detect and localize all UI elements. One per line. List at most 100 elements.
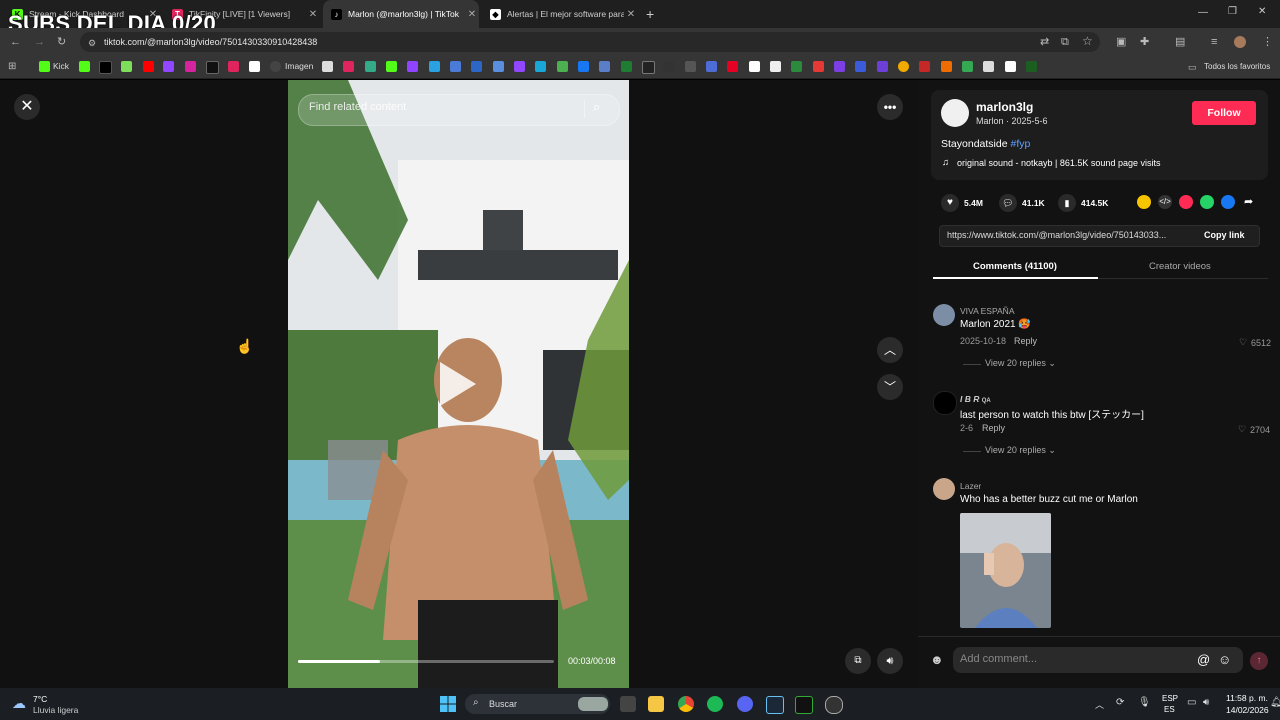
volume-icon[interactable]: 🔊︎ xyxy=(877,648,903,674)
bookmark-icon[interactable] xyxy=(877,61,888,72)
send-icon[interactable] xyxy=(1179,195,1193,209)
bookmark-icon[interactable] xyxy=(322,61,333,72)
bookmark-star-icon[interactable]: ☆ xyxy=(1082,34,1093,48)
chrome-icon[interactable] xyxy=(678,696,694,712)
comment-like-icon[interactable]: ♡ xyxy=(1238,424,1246,435)
translate-icon[interactable]: ⇄ xyxy=(1040,35,1049,49)
kick-icon[interactable] xyxy=(79,61,90,72)
tab-comments[interactable]: Comments (41100) xyxy=(973,261,1057,272)
forward-icon[interactable]: → xyxy=(34,35,45,49)
bookmark-kick[interactable]: Kick xyxy=(53,61,69,72)
bookmark-icon[interactable] xyxy=(855,61,866,72)
repost-icon[interactable] xyxy=(1137,195,1151,209)
bookmark-icon[interactable] xyxy=(1026,61,1037,72)
weather-desc[interactable]: Lluvia ligera xyxy=(33,705,78,715)
bookmark-icon[interactable] xyxy=(706,61,717,72)
comment-author[interactable]: I B R QA xyxy=(960,394,991,404)
tiktok-icon[interactable] xyxy=(99,61,112,74)
close-icon[interactable]: ✕ xyxy=(14,94,40,120)
minimize-icon[interactable]: — xyxy=(1198,7,1208,18)
pinterest-icon[interactable] xyxy=(727,61,738,72)
close-icon[interactable]: ✕ xyxy=(306,9,320,20)
instagram-icon[interactable] xyxy=(185,61,196,72)
bookmark-icon[interactable] xyxy=(121,61,132,72)
drive-icon[interactable] xyxy=(962,61,973,72)
bookmark-icon[interactable] xyxy=(663,61,674,72)
bookmark-icon[interactable] xyxy=(642,61,655,74)
comment-author[interactable]: Lazer xyxy=(960,481,981,491)
task-view-icon[interactable] xyxy=(620,696,636,712)
comment-image[interactable] xyxy=(960,513,1051,628)
streamelements-icon[interactable] xyxy=(249,61,260,72)
clock-date[interactable]: 14/02/2026 xyxy=(1226,705,1269,715)
bookmark-icon[interactable] xyxy=(1005,61,1016,72)
avatar[interactable] xyxy=(933,391,957,415)
bookmark-icon[interactable] xyxy=(983,61,994,72)
clock-time[interactable]: 11:58 p. m. xyxy=(1226,693,1268,703)
bookmark-icon[interactable] xyxy=(770,61,781,72)
search-icon[interactable]: ⌕ xyxy=(593,99,600,115)
tab-creator-videos[interactable]: Creator videos xyxy=(1149,261,1211,272)
url-text[interactable]: tiktok.com/@marlon3lg/video/750143033091… xyxy=(104,35,317,49)
bookmark-icon[interactable] xyxy=(621,61,632,72)
bookmark-icon[interactable] xyxy=(813,61,824,72)
facebook-icon[interactable] xyxy=(1221,195,1235,209)
copy-link-button[interactable]: Copy link xyxy=(1204,230,1245,240)
miniplayer-icon[interactable]: ⧉ xyxy=(845,648,871,674)
all-bookmarks[interactable]: Todos los favoritos xyxy=(1204,61,1270,72)
bookmark-imagen[interactable]: Imagen xyxy=(285,61,313,72)
avatar[interactable] xyxy=(933,478,955,500)
new-tab-icon[interactable]: + xyxy=(646,6,654,22)
facebook-icon[interactable] xyxy=(578,61,589,72)
start-icon[interactable] xyxy=(440,696,456,712)
bookmark-icon[interactable] xyxy=(791,61,802,72)
maximize-icon[interactable]: ❐ xyxy=(1228,6,1237,17)
next-video-button[interactable]: ﹀ xyxy=(877,374,903,400)
avatar[interactable] xyxy=(941,99,969,127)
share-icon[interactable]: ➦ xyxy=(1244,195,1253,208)
lang-secondary[interactable]: ES xyxy=(1164,705,1175,714)
file-explorer-icon[interactable] xyxy=(648,696,664,712)
bookmark-icon[interactable]: ▮ xyxy=(1058,194,1076,212)
bookmark-icon[interactable] xyxy=(834,61,845,72)
avatar[interactable] xyxy=(933,304,955,326)
bookmark-icon[interactable] xyxy=(685,61,696,72)
view-replies-button[interactable]: View 20 replies ⌄ xyxy=(985,445,1056,456)
bookmark-icon[interactable] xyxy=(941,61,952,72)
author-username[interactable]: marlon3lg xyxy=(976,100,1033,114)
reload-icon[interactable]: ↻ xyxy=(57,35,66,49)
youtube-icon[interactable] xyxy=(143,61,154,72)
site-info-icon[interactable]: ⚙ xyxy=(88,36,96,50)
x-icon[interactable] xyxy=(206,61,219,74)
notification-icon[interactable]: 🔔︎ xyxy=(1270,697,1280,708)
emoji-icon[interactable]: ☺ xyxy=(1218,652,1231,667)
hashtag-link[interactable]: #fyp xyxy=(1010,138,1030,150)
bookmark-icon[interactable] xyxy=(450,61,461,72)
close-icon[interactable]: ✕ xyxy=(465,9,479,20)
comment-like-icon[interactable]: ♡ xyxy=(1239,337,1247,348)
volume-icon[interactable]: 🔊︎ xyxy=(1203,697,1209,708)
bookmark-icon[interactable] xyxy=(343,61,354,72)
sync-icon[interactable]: ⟳ xyxy=(1116,697,1124,708)
comment-icon[interactable]: 💬︎ xyxy=(999,194,1017,212)
microphone-icon[interactable]: 🎙︎ xyxy=(1138,697,1151,708)
bookmark-icon[interactable] xyxy=(898,61,909,72)
comment-author[interactable]: VIVA ESPAÑA xyxy=(960,306,1015,316)
close-window-icon[interactable]: ✕ xyxy=(1258,6,1266,17)
bookmark-icon[interactable] xyxy=(599,61,610,72)
spotify-icon[interactable] xyxy=(707,696,723,712)
bookmark-icon[interactable] xyxy=(365,61,376,72)
bookmark-icon[interactable] xyxy=(919,61,930,72)
extension-icon[interactable]: ▣ xyxy=(1116,35,1126,49)
whatsapp-icon[interactable] xyxy=(1200,195,1214,209)
tray-chevron-icon[interactable]: ︿ xyxy=(1095,698,1104,711)
install-icon[interactable]: ⧉ xyxy=(1061,35,1069,49)
back-icon[interactable]: ← xyxy=(10,35,21,49)
post-link[interactable]: https://www.tiktok.com/@marlon3lg/video/… xyxy=(947,230,1166,240)
post-comment-button[interactable]: ↑ xyxy=(1250,652,1268,670)
reply-button[interactable]: Reply xyxy=(982,423,1005,433)
menu-icon[interactable]: ⋮ xyxy=(1262,35,1273,49)
bookmark-icon[interactable] xyxy=(386,61,397,72)
puzzle-icon[interactable]: ✚ xyxy=(1140,35,1149,49)
bookmark-icon[interactable] xyxy=(557,61,568,72)
